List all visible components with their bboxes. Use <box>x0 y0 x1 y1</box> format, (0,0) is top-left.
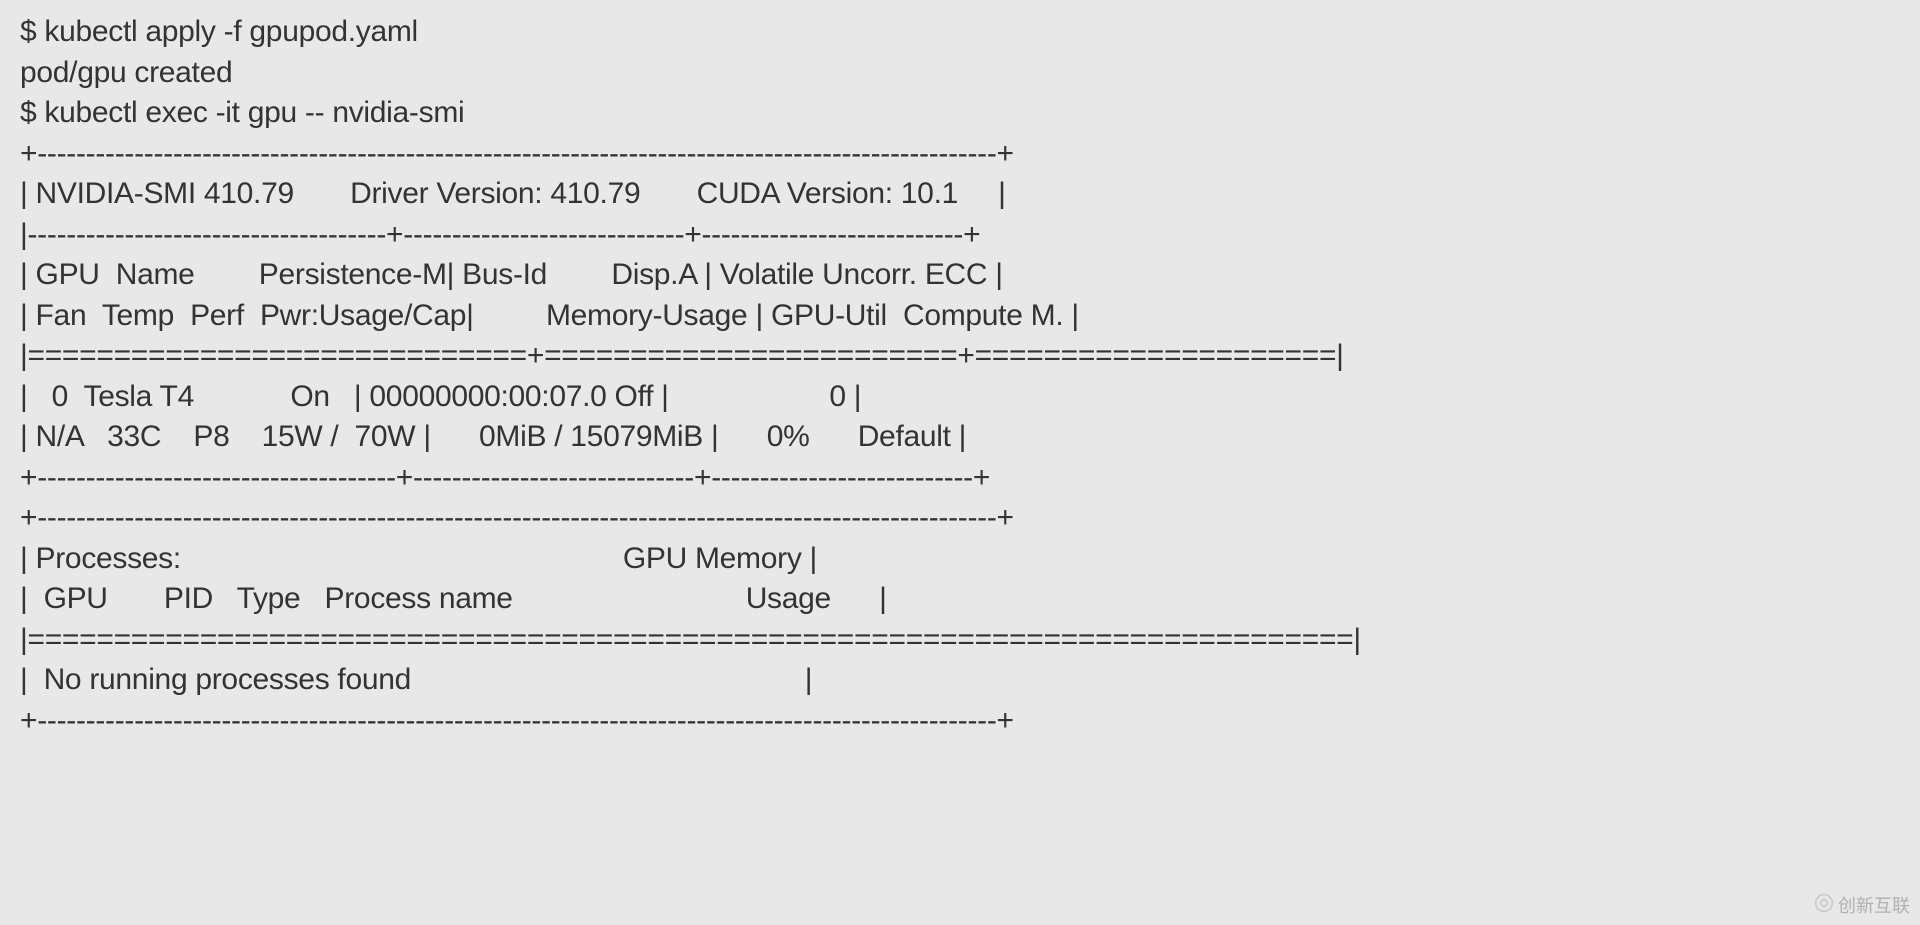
smi-proc-none: | No running processes found | <box>20 660 1900 701</box>
smi-proc-border-bottom: +---------------------------------------… <box>20 701 1900 742</box>
smi-gpu-row-1: | 0 Tesla T4 On | 00000000:00:07.0 Off |… <box>20 377 1900 418</box>
smi-header-rule: |=============================+=========… <box>20 336 1900 377</box>
smi-col-headers-1: | GPU Name Persistence-M| Bus-Id Disp.A … <box>20 255 1900 296</box>
command-line-exec: $ kubectl exec -it gpu -- nvidia-smi <box>20 93 1900 134</box>
smi-header-versions: | NVIDIA-SMI 410.79 Driver Version: 410.… <box>20 174 1900 215</box>
smi-proc-header-1: | Processes: GPU Memory | <box>20 539 1900 580</box>
smi-border-top: +---------------------------------------… <box>20 134 1900 175</box>
watermark-icon <box>1814 893 1834 919</box>
smi-gpu-row-2: | N/A 33C P8 15W / 70W | 0MiB / 15079MiB… <box>20 417 1900 458</box>
smi-proc-border-top: +---------------------------------------… <box>20 498 1900 539</box>
smi-border-bottom: +-------------------------------------+-… <box>20 458 1900 499</box>
smi-col-headers-2: | Fan Temp Perf Pwr:Usage/Cap| Memory-Us… <box>20 296 1900 337</box>
smi-section-divider: |-------------------------------------+-… <box>20 215 1900 256</box>
terminal-output: $ kubectl apply -f gpupod.yaml pod/gpu c… <box>20 12 1900 741</box>
smi-proc-header-2: | GPU PID Type Process name Usage | <box>20 579 1900 620</box>
command-line-apply: $ kubectl apply -f gpupod.yaml <box>20 12 1900 53</box>
smi-proc-rule: |=======================================… <box>20 620 1900 661</box>
watermark-text: 创新互联 <box>1838 894 1910 918</box>
output-pod-created: pod/gpu created <box>20 53 1900 94</box>
watermark: 创新互联 <box>1814 893 1910 919</box>
